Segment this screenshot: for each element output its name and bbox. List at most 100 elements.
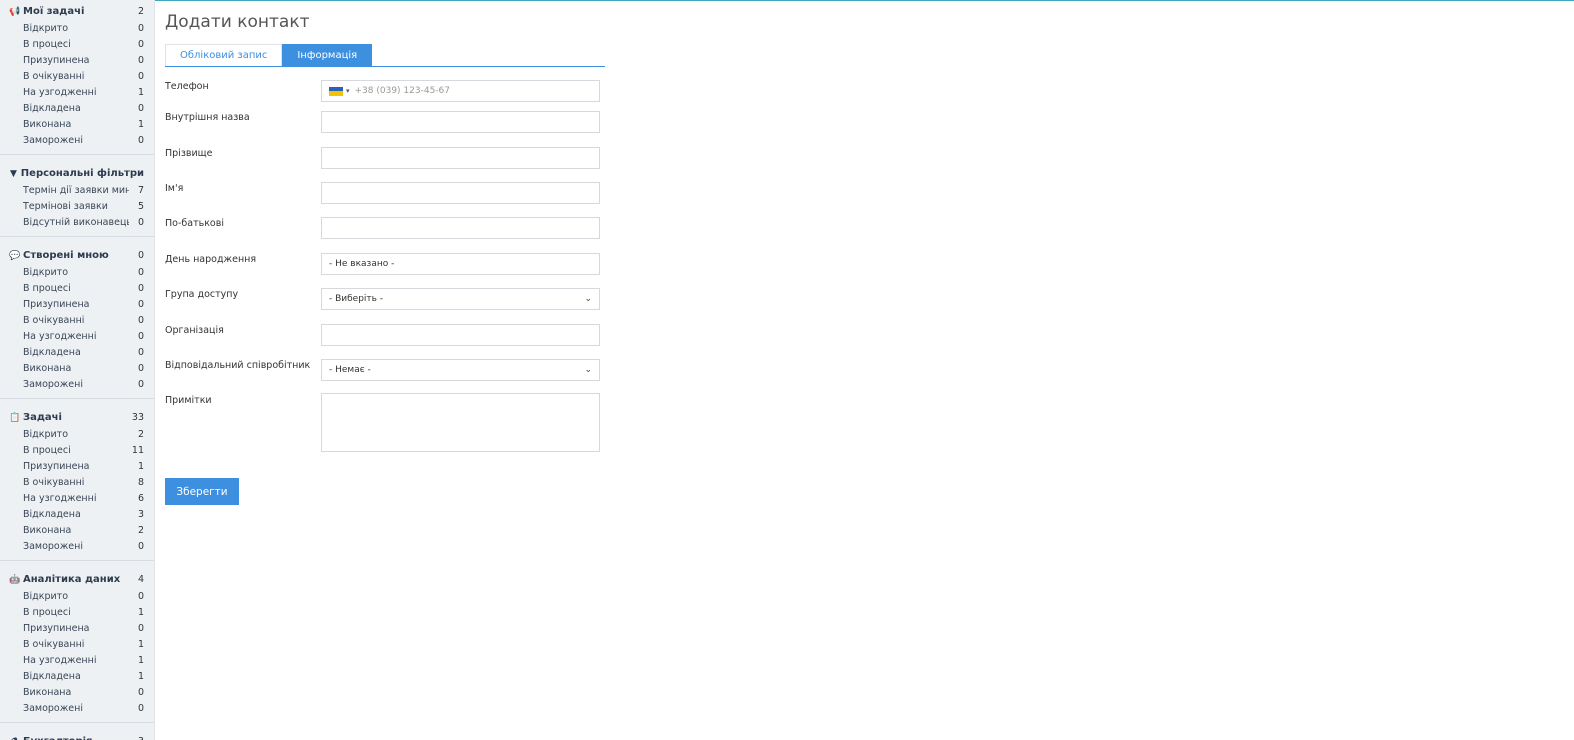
sidebar-item-label: Відкладена [23, 102, 81, 114]
sidebar-item-count: 1 [137, 638, 144, 650]
sidebar-item-count: 0 [137, 298, 144, 310]
sidebar-group: 📋 Задачі 33 Відкрито 2 В процесі 11 Призупинена… [0, 409, 154, 561]
sidebar-item[interactable]: Призупинена 0 [0, 52, 154, 68]
sidebar-item[interactable]: В очікуванні 0 [0, 68, 154, 84]
sidebar-item[interactable]: Термін дії заявки минув 7 [0, 182, 154, 198]
sidebar-item-label: Виконана [23, 362, 72, 374]
sidebar-group-header[interactable]: ▼ Персональні фільтри [0, 165, 154, 182]
sidebar-group-title: Створені мною [23, 250, 109, 261]
sidebar-item[interactable]: Заморожені 0 [0, 132, 154, 148]
sidebar-item-count: 0 [137, 282, 144, 294]
sidebar-item[interactable]: Відкладена 0 [0, 100, 154, 116]
tab-account[interactable]: Обліковий запис [165, 44, 283, 66]
sidebar-item[interactable]: В очікуванні 0 [0, 312, 154, 328]
responsible-label: Відповідальний співробітник [165, 360, 311, 371]
patronymic-input[interactable] [321, 217, 600, 239]
internal-name-label: Внутрішня назва [165, 112, 250, 123]
birthday-label: День народження [165, 254, 257, 265]
sidebar-item[interactable]: В процесі 0 [0, 280, 154, 296]
page-title: Додати контакт [165, 12, 310, 32]
sidebar-item[interactable]: Відкладена 1 [0, 668, 154, 684]
sidebar-item-count: 0 [137, 102, 144, 114]
sidebar-item[interactable]: Відкрито 0 [0, 264, 154, 280]
sidebar-item[interactable]: В процесі 0 [0, 36, 154, 52]
sidebar-item[interactable]: В процесі 1 [0, 604, 154, 620]
comment-icon: 💬 [9, 250, 21, 261]
sidebar-item[interactable]: Призупинена 0 [0, 296, 154, 312]
sidebar-item[interactable]: Заморожені 0 [0, 376, 154, 392]
notes-textarea[interactable] [321, 393, 600, 452]
sidebar-item-count: 0 [137, 216, 144, 228]
chevron-down-icon[interactable]: ⌄ [584, 365, 592, 375]
sidebar-item[interactable]: Заморожені 0 [0, 700, 154, 716]
sidebar-item[interactable]: На узгодженні 1 [0, 84, 154, 100]
birthday-input[interactable]: - Не вказано - [321, 253, 600, 275]
clipboard-icon: 📋 [9, 412, 21, 423]
responsible-select[interactable]: - Немає - ⌄ [321, 359, 600, 381]
sidebar-item[interactable]: Виконана 0 [0, 684, 154, 700]
patronymic-label: По-батькові [165, 218, 224, 229]
sidebar-item[interactable]: В процесі 11 [0, 442, 154, 458]
sidebar-item[interactable]: Відкладена 3 [0, 506, 154, 522]
name-label: Ім'я [165, 183, 184, 194]
access-group-value: - Виберіть - [329, 294, 384, 304]
sidebar-item[interactable]: Виконана 2 [0, 522, 154, 538]
phone-field[interactable]: ▾ +38 (039) 123-45-67 [321, 80, 600, 102]
sidebar-item[interactable]: Призупинена 0 [0, 620, 154, 636]
sidebar-item-count: 0 [137, 266, 144, 278]
sidebar-item[interactable]: На узгодженні 0 [0, 328, 154, 344]
access-group-select[interactable]: - Виберіть - ⌄ [321, 288, 600, 310]
sidebar-item[interactable]: На узгодженні 6 [0, 490, 154, 506]
save-button[interactable]: Зберегти [165, 478, 239, 505]
sidebar-item-label: Заморожені [23, 134, 83, 146]
sidebar-item[interactable]: Відкрито 2 [0, 426, 154, 442]
android-icon: 🤖 [9, 574, 21, 585]
sidebar-item[interactable]: Відкрито 0 [0, 20, 154, 36]
sidebar-item[interactable]: В очікуванні 1 [0, 636, 154, 652]
sidebar-item-count: 6 [137, 492, 144, 504]
sidebar-item-count: 0 [137, 134, 144, 146]
sidebar-item[interactable]: Відсутній виконавець 0 [0, 214, 154, 230]
sidebar-item[interactable]: В очікуванні 8 [0, 474, 154, 490]
sidebar-item-count: 0 [137, 346, 144, 358]
sidebar-item[interactable]: Виконана 0 [0, 360, 154, 376]
sidebar-item-count: 7 [137, 184, 144, 196]
sidebar-group-header[interactable]: 📢 Мої задачі 2 [0, 3, 154, 20]
access-group-label: Група доступу [165, 289, 239, 300]
sidebar-item-label: В очікуванні [23, 476, 85, 488]
organization-label: Організація [165, 325, 224, 336]
responsible-value: - Немає - [329, 365, 371, 375]
sidebar-group: 💬 Створені мною 0 Відкрито 0 В процесі 0 Призуп… [0, 247, 154, 399]
caret-down-icon[interactable]: ▾ [346, 87, 350, 95]
sidebar-item-count: 0 [137, 622, 144, 634]
contact-form: Телефон ▾ +38 (039) 123-45-67 Внутрішня … [165, 67, 605, 587]
tab-information[interactable]: Інформація [282, 44, 373, 66]
sidebar-group-title: Персональні фільтри [20, 168, 144, 179]
sidebar-item[interactable]: Заморожені 0 [0, 538, 154, 554]
sidebar-item[interactable]: Виконана 1 [0, 116, 154, 132]
sidebar-group-header[interactable]: ⚗Бухгалтерія3 [0, 733, 154, 740]
sidebar-group-count: 33 [131, 412, 144, 423]
surname-input[interactable] [321, 147, 600, 169]
ukraine-flag-icon[interactable] [329, 86, 343, 96]
sidebar-item[interactable]: На узгодженні 1 [0, 652, 154, 668]
sidebar-item[interactable]: Термінові заявки 5 [0, 198, 154, 214]
sidebar-group-header[interactable]: 🤖 Аналітика даних 4 [0, 571, 154, 588]
sidebar-group-header[interactable]: 💬 Створені мною 0 [0, 247, 154, 264]
sidebar-group: 📢 Мої задачі 2 Відкрито 0 В процесі 0 Призупине… [0, 3, 154, 155]
sidebar-item-count: 3 [137, 508, 144, 520]
sidebar-item-count: 0 [137, 38, 144, 50]
name-input[interactable] [321, 182, 600, 204]
chevron-down-icon[interactable]: ⌄ [584, 294, 592, 304]
sidebar-item-count: 1 [137, 654, 144, 666]
sidebar-item[interactable]: Призупинена 1 [0, 458, 154, 474]
sidebar-item-label: Термін дії заявки минув [23, 184, 129, 196]
sidebar-item-count: 0 [137, 22, 144, 34]
sidebar-group-header[interactable]: 📋 Задачі 33 [0, 409, 154, 426]
notes-label: Примітки [165, 395, 212, 406]
sidebar-item[interactable]: Відкладена 0 [0, 344, 154, 360]
internal-name-input[interactable] [321, 111, 600, 133]
sidebar-item[interactable]: Відкрито 0 [0, 588, 154, 604]
organization-input[interactable] [321, 324, 600, 346]
sidebar-item-label: Відкладена [23, 346, 81, 358]
